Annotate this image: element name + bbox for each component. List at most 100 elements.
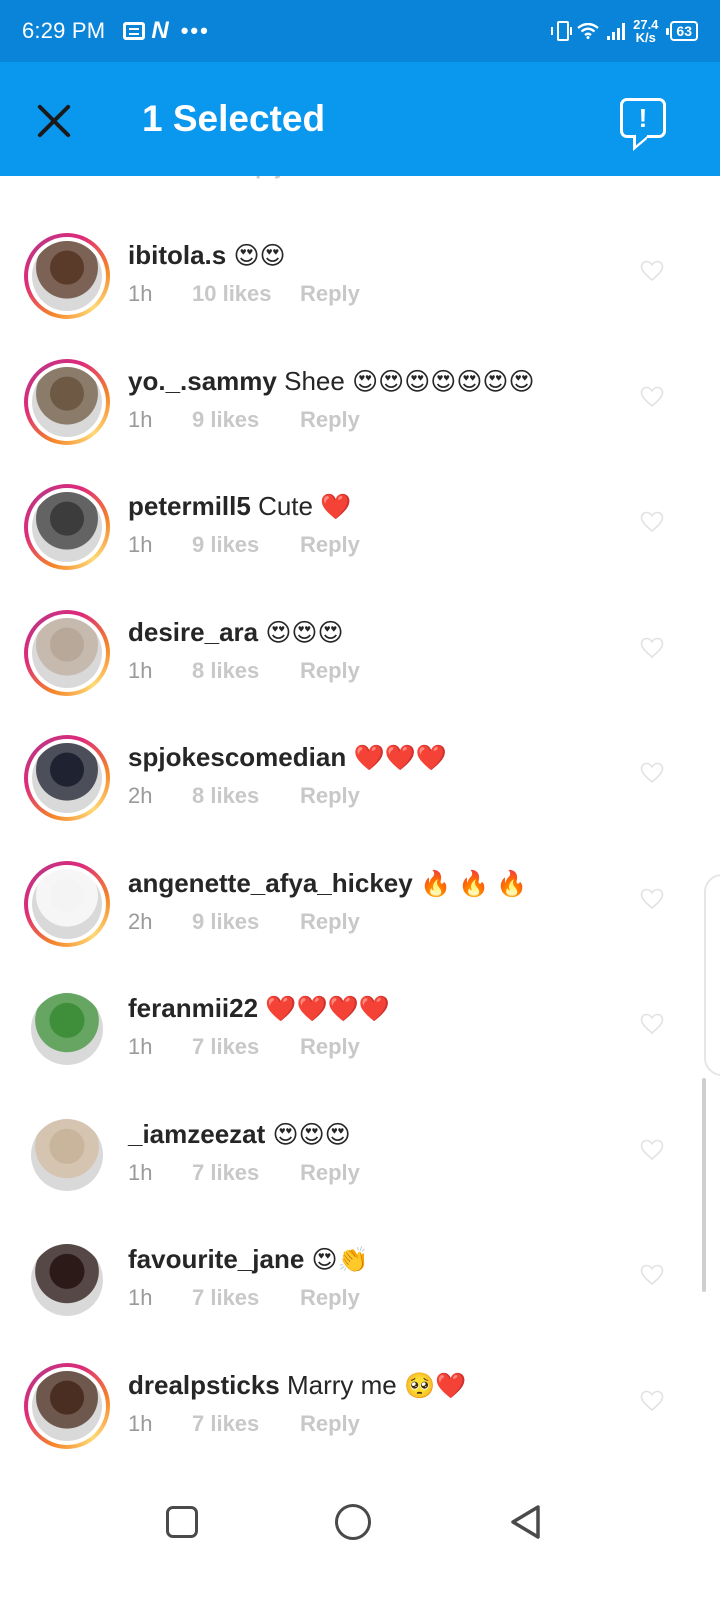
comment-meta: 2h 9 likes Reply bbox=[128, 909, 630, 935]
comment-line: petermill5 Cute ❤️ bbox=[128, 489, 630, 524]
avatar[interactable] bbox=[24, 358, 110, 445]
comment-emoji: ❤️❤️❤️❤️ bbox=[265, 995, 390, 1023]
reply-button[interactable]: Reply bbox=[300, 909, 360, 935]
comment-emoji: 😍😍 bbox=[233, 242, 286, 270]
report-icon[interactable]: ! bbox=[620, 98, 666, 138]
heart-icon[interactable] bbox=[640, 1013, 664, 1035]
comment-username[interactable]: yo._.sammy bbox=[128, 366, 277, 396]
reply-button[interactable]: Reply bbox=[300, 532, 360, 558]
avatar[interactable] bbox=[24, 484, 110, 570]
heart-icon[interactable] bbox=[640, 1390, 664, 1412]
recents-icon[interactable] bbox=[166, 1506, 198, 1538]
comment-meta: 1h 7 likes Reply bbox=[128, 1160, 630, 1186]
comment-line: angenette_afya_hickey 🔥 🔥 🔥 bbox=[128, 866, 630, 901]
comment-likes[interactable]: 8 likes bbox=[192, 658, 300, 684]
reply-button[interactable]: Reply bbox=[300, 1285, 360, 1311]
heart-icon[interactable] bbox=[640, 511, 664, 533]
comment-row[interactable]: yo._.sammy Shee 😍😍😍😍😍😍😍 1h 9 likes Reply bbox=[0, 336, 720, 462]
reply-button[interactable]: Reply bbox=[300, 1411, 360, 1437]
avatar-image bbox=[32, 743, 102, 813]
comment-list: ibitola.s 😍😍 1h 10 likes Reply yo._.samm… bbox=[0, 210, 720, 1465]
heart-icon[interactable] bbox=[640, 386, 664, 408]
heart-icon[interactable] bbox=[640, 888, 664, 910]
comment-line: yo._.sammy Shee 😍😍😍😍😍😍😍 bbox=[128, 364, 630, 399]
comment-row[interactable]: spjokescomedian ❤️❤️❤️ 2h 8 likes Reply bbox=[0, 712, 720, 838]
comment-username[interactable]: angenette_afya_hickey bbox=[128, 868, 413, 898]
comment-meta: 1h 8 likes Reply bbox=[128, 658, 630, 684]
avatar-frame bbox=[28, 739, 106, 817]
avatar[interactable] bbox=[24, 1362, 110, 1449]
reply-button[interactable]: Reply bbox=[300, 1034, 360, 1060]
comment-emoji: ❤️ bbox=[320, 493, 352, 521]
avatar[interactable] bbox=[24, 986, 110, 1072]
avatar[interactable] bbox=[24, 1112, 110, 1198]
avatar-frame bbox=[28, 1241, 106, 1319]
comment-line: drealpsticks Marry me 🥺❤️ bbox=[128, 1368, 630, 1403]
reply-button[interactable]: Reply bbox=[300, 281, 360, 307]
reply-button[interactable]: Reply bbox=[300, 658, 360, 684]
comment-row[interactable]: angenette_afya_hickey 🔥 🔥 🔥 2h 9 likes R… bbox=[0, 838, 720, 964]
reply-button[interactable]: Reply bbox=[300, 407, 360, 433]
comment-time: 1h bbox=[128, 406, 153, 432]
comment-row[interactable]: desire_ara 😍😍😍 1h 8 likes Reply bbox=[0, 587, 720, 713]
comment-row[interactable]: ibitola.s 😍😍 1h 10 likes Reply bbox=[0, 210, 720, 336]
comment-likes[interactable]: 7 likes bbox=[192, 1160, 300, 1186]
comment-row[interactable]: drealpsticks Marry me 🥺❤️ 1h 7 likes Rep… bbox=[0, 1340, 720, 1466]
comment-line: desire_ara 😍😍😍 bbox=[128, 615, 630, 650]
avatar-frame bbox=[28, 1115, 106, 1194]
avatar-image bbox=[31, 1244, 103, 1316]
reply-button[interactable]: Reply bbox=[300, 783, 360, 809]
comment-likes[interactable]: 9 likes bbox=[192, 407, 300, 433]
heart-icon[interactable] bbox=[640, 260, 664, 282]
comment-row[interactable]: _iamzeezat 😍😍😍 1h 7 likes Reply bbox=[0, 1089, 720, 1215]
comment-username[interactable]: ibitola.s bbox=[128, 240, 226, 270]
comment-likes[interactable]: 10 likes bbox=[192, 281, 300, 307]
comment-body: angenette_afya_hickey 🔥 🔥 🔥 2h 9 likes R… bbox=[128, 866, 630, 935]
close-icon[interactable] bbox=[30, 97, 78, 145]
comment-username[interactable]: spjokescomedian bbox=[128, 742, 346, 772]
comment-likes[interactable]: 7 likes bbox=[192, 1034, 300, 1060]
avatar[interactable] bbox=[24, 609, 110, 696]
avatar[interactable] bbox=[24, 233, 110, 319]
status-bar: 6:29 PM N ••• 27.4 K/s 63 bbox=[0, 0, 720, 62]
comment-username[interactable]: desire_ara bbox=[128, 617, 258, 647]
back-icon[interactable] bbox=[508, 1504, 542, 1540]
edge-panel-handle[interactable] bbox=[704, 874, 720, 1076]
comment-username[interactable]: feranmii22 bbox=[128, 993, 258, 1023]
comment-username[interactable]: _iamzeezat bbox=[128, 1119, 265, 1149]
comment-likes[interactable]: 9 likes bbox=[192, 909, 300, 935]
comment-meta: 1h 10 likes Reply bbox=[128, 281, 630, 307]
heart-icon[interactable] bbox=[640, 1264, 664, 1286]
comment-emoji: ❤️❤️❤️ bbox=[353, 744, 447, 772]
avatar[interactable] bbox=[24, 735, 110, 821]
comment-likes[interactable]: 7 likes bbox=[192, 1285, 300, 1311]
avatar[interactable] bbox=[24, 1237, 110, 1323]
home-icon[interactable] bbox=[335, 1504, 371, 1540]
comment-username[interactable]: petermill5 bbox=[128, 491, 251, 521]
heart-icon[interactable] bbox=[640, 637, 664, 659]
avatar-image bbox=[32, 241, 102, 311]
report-glyph: ! bbox=[638, 103, 648, 133]
comment-row[interactable]: petermill5 Cute ❤️ 1h 9 likes Reply bbox=[0, 461, 720, 587]
speed-unit: K/s bbox=[635, 30, 656, 45]
comment-body: ibitola.s 😍😍 1h 10 likes Reply bbox=[128, 238, 630, 307]
comment-likes[interactable]: 8 likes bbox=[192, 783, 300, 809]
comment-username[interactable]: favourite_jane bbox=[128, 1244, 304, 1274]
comment-meta: 1h 9 likes Reply bbox=[128, 532, 630, 558]
comment-row[interactable]: favourite_jane 😍👏 1h 7 likes Reply bbox=[0, 1214, 720, 1340]
heart-icon[interactable] bbox=[640, 762, 664, 784]
reply-button[interactable]: Reply bbox=[300, 1160, 360, 1186]
comment-emoji: 😍😍😍😍😍😍😍 bbox=[352, 367, 535, 396]
avatar-frame bbox=[28, 488, 106, 566]
comment-row[interactable]: feranmii22 ❤️❤️❤️❤️ 1h 7 likes Reply bbox=[0, 963, 720, 1089]
vibrate-icon bbox=[551, 21, 573, 41]
comment-likes[interactable]: 9 likes bbox=[192, 532, 300, 558]
heart-icon[interactable] bbox=[640, 1139, 664, 1161]
avatar-image bbox=[32, 1370, 102, 1441]
avatar[interactable] bbox=[24, 860, 110, 947]
comment-likes[interactable]: 7 likes bbox=[192, 1411, 300, 1437]
comment-body: feranmii22 ❤️❤️❤️❤️ 1h 7 likes Reply bbox=[128, 991, 630, 1060]
comment-username[interactable]: drealpsticks bbox=[128, 1370, 280, 1400]
scrollbar[interactable] bbox=[702, 1078, 706, 1292]
comment-time: 2h bbox=[128, 783, 153, 808]
